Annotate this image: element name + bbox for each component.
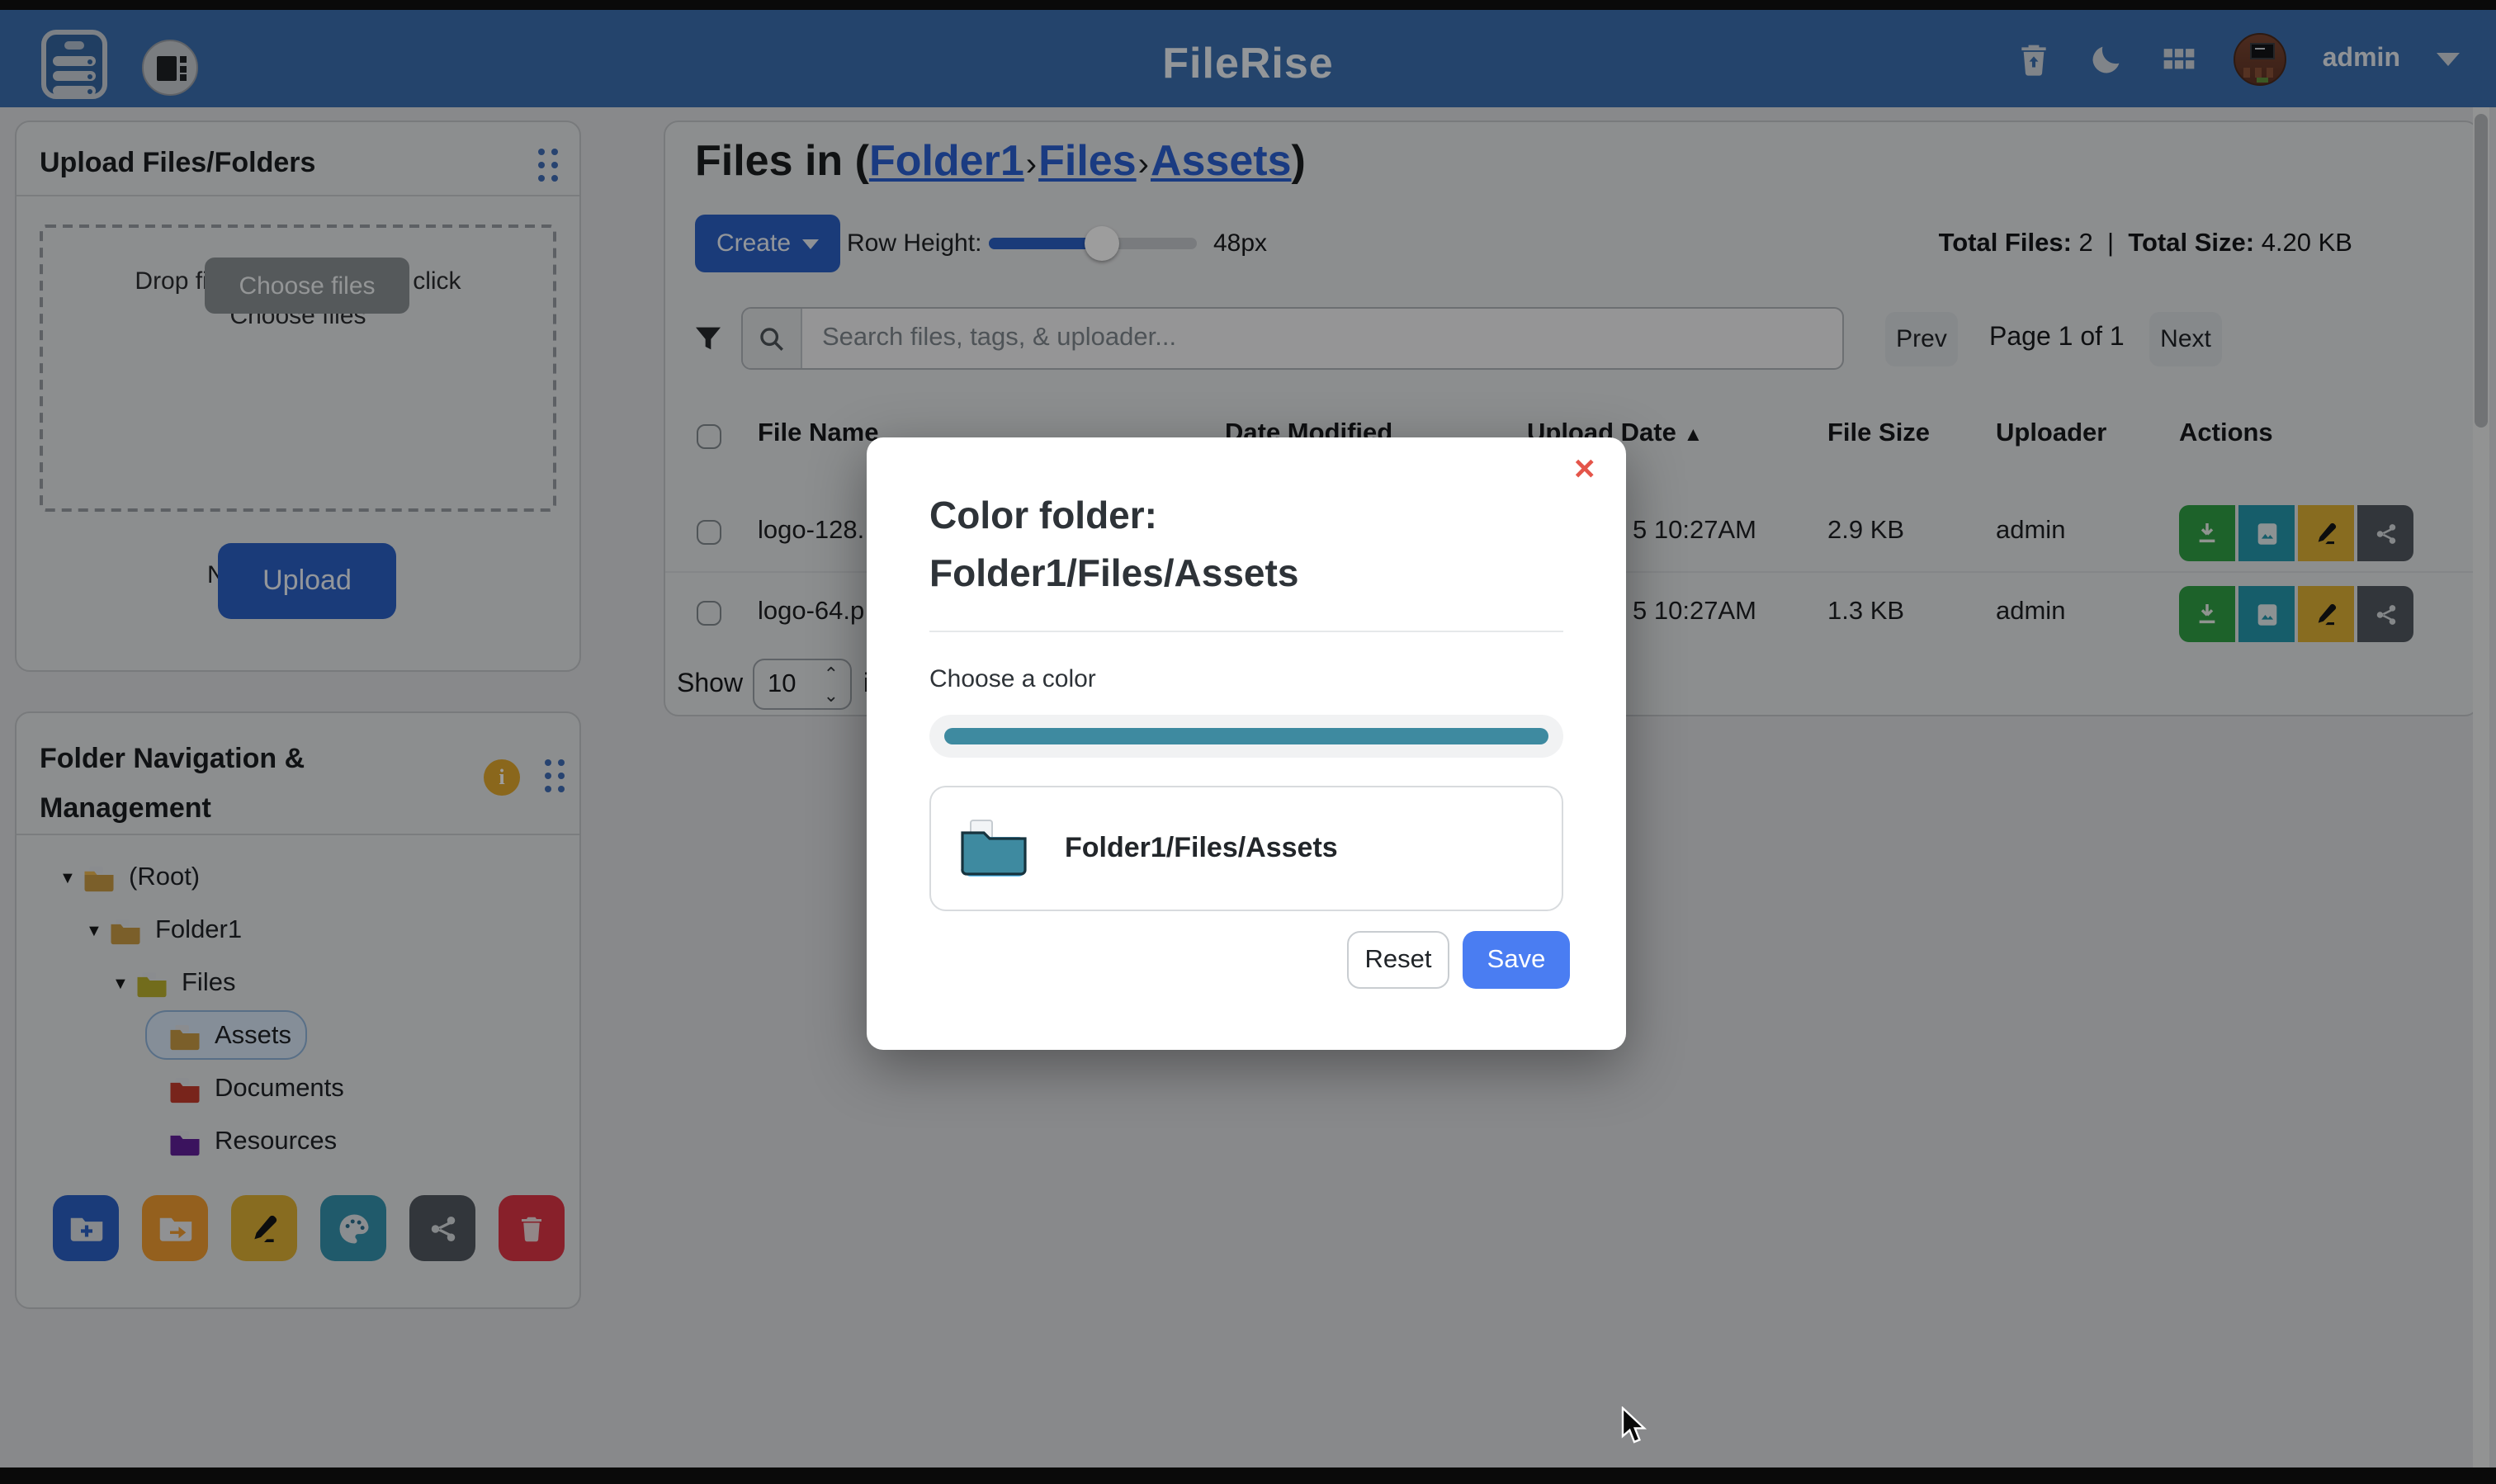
close-icon[interactable]: ✕ xyxy=(1573,454,1597,487)
save-button[interactable]: Save xyxy=(1463,931,1570,989)
reset-button[interactable]: Reset xyxy=(1347,931,1449,989)
color-swatch[interactable] xyxy=(944,728,1548,744)
open-folder-icon xyxy=(959,817,1032,880)
app-screen: FileRise admin Upload Files/Fol xyxy=(0,0,2496,1484)
folder-preview-card: Folder1/Files/Assets xyxy=(929,786,1563,911)
modal-title: Color folder: Folder1/Files/Assets xyxy=(929,487,1298,601)
choose-color-label: Choose a color xyxy=(929,665,1096,693)
color-folder-modal: ✕ Color folder: Folder1/Files/Assets Cho… xyxy=(867,437,1626,1050)
folder-path-label: Folder1/Files/Assets xyxy=(1065,832,1338,865)
divider xyxy=(929,631,1563,632)
mouse-cursor xyxy=(1621,1406,1649,1446)
color-picker-strip[interactable] xyxy=(929,715,1563,758)
